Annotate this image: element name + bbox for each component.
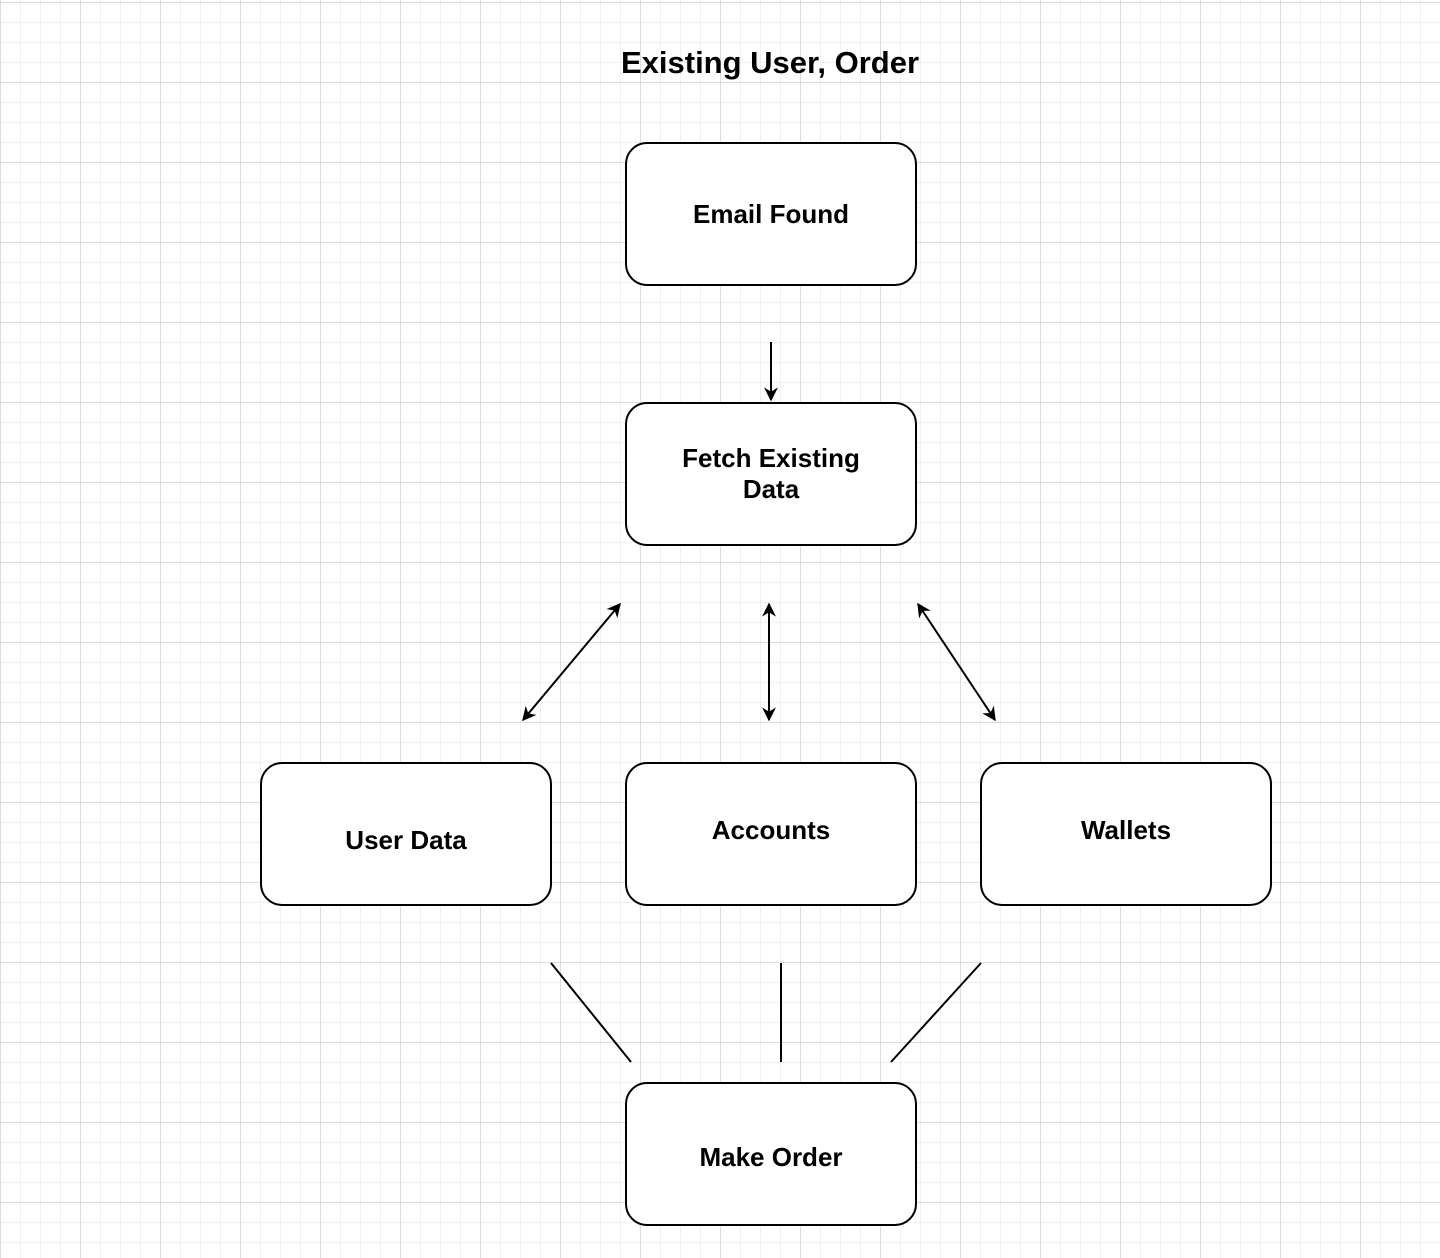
node-user-data[interactable]: User Data bbox=[260, 762, 552, 906]
node-fetch-existing-data[interactable]: Fetch Existing Data bbox=[625, 402, 917, 546]
arrow-fetch-user-data bbox=[522, 602, 621, 722]
node-fetch-existing-data-label: Fetch Existing Data bbox=[682, 443, 860, 504]
arrow-fetch-wallets bbox=[917, 602, 996, 722]
node-make-order-label: Make Order bbox=[699, 1141, 843, 1172]
node-user-data-label: User Data bbox=[345, 824, 467, 855]
node-wallets-label: Wallets bbox=[1080, 814, 1172, 845]
node-accounts-label: Accounts bbox=[711, 814, 831, 845]
node-email-found-label: Email Found bbox=[693, 198, 849, 229]
node-wallets[interactable]: Wallets bbox=[980, 762, 1272, 906]
node-accounts[interactable]: Accounts bbox=[625, 762, 917, 906]
node-email-found[interactable]: Email Found bbox=[625, 142, 917, 286]
line-user-data-to-order bbox=[550, 962, 632, 1063]
line-wallets-to-order bbox=[890, 962, 982, 1063]
node-make-order[interactable]: Make Order bbox=[625, 1082, 917, 1226]
